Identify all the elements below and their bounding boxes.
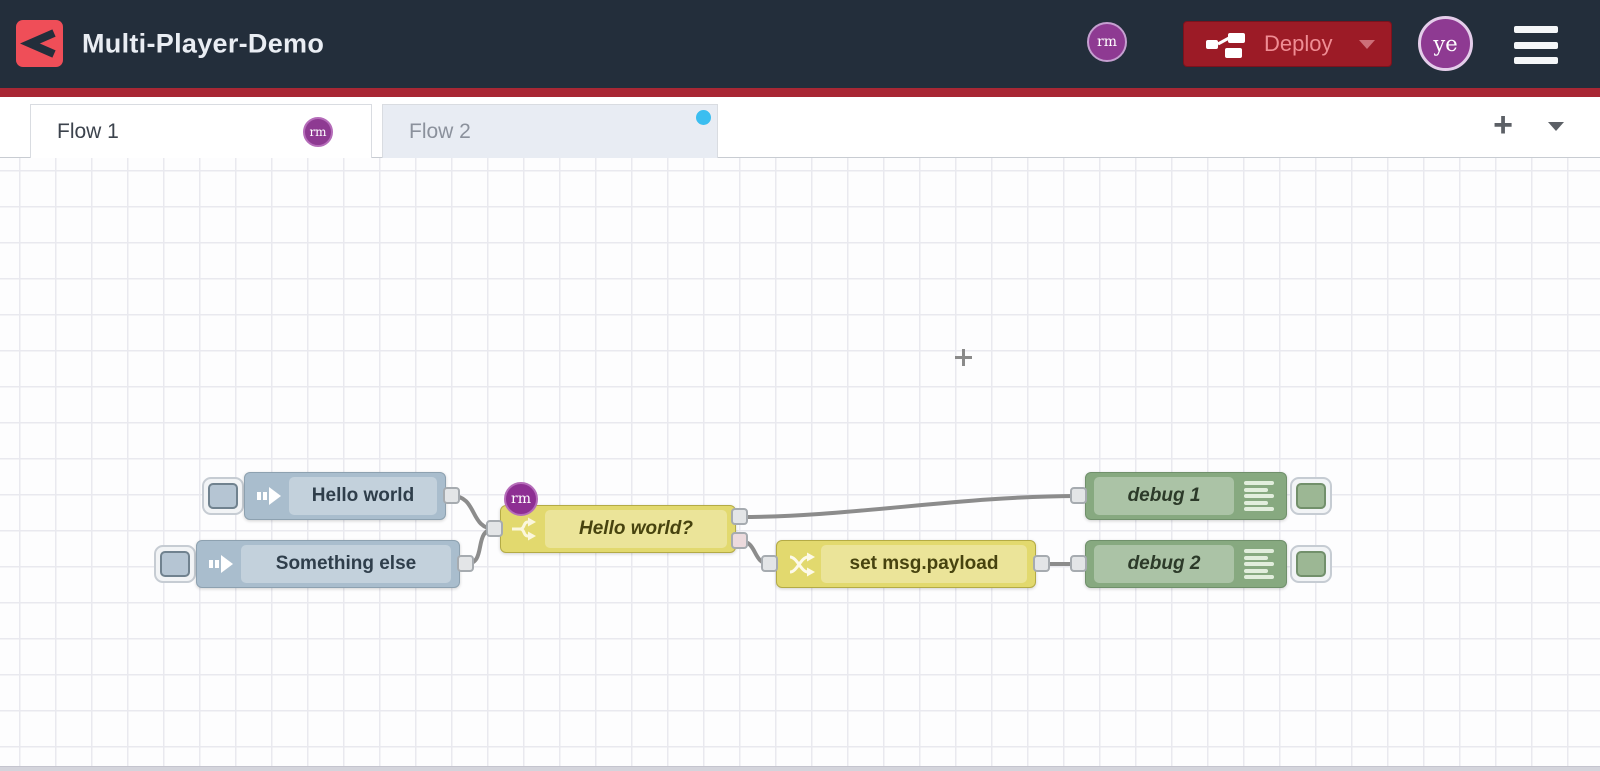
tab-label: Flow 1 — [57, 119, 119, 143]
node-inject-something-else[interactable]: Something else — [196, 540, 460, 588]
editing-user-badge: rm — [504, 482, 538, 516]
node-debug-2[interactable]: debug 2 — [1085, 540, 1287, 588]
input-port[interactable] — [1070, 487, 1087, 504]
deploy-options-caret-icon[interactable] — [1359, 39, 1375, 49]
node-label: Something else — [275, 553, 417, 574]
deploy-button-label: Deploy — [1264, 31, 1333, 56]
tab-flow-2[interactable]: Flow 2 — [382, 104, 718, 158]
input-port[interactable] — [486, 520, 503, 537]
header-accent-bar — [0, 88, 1600, 97]
node-label: debug 2 — [1127, 553, 1201, 574]
node-label: set msg.payload — [849, 553, 999, 574]
tab-user-badge: rm — [303, 117, 333, 147]
input-port[interactable] — [761, 555, 778, 572]
header: Multi-Player-Demo rm Deploy ye — [0, 0, 1600, 88]
output-port[interactable] — [443, 487, 460, 504]
flow-list-caret-icon[interactable] — [1548, 122, 1564, 131]
debug-list-icon — [1244, 481, 1278, 511]
app-logo-icon[interactable] — [16, 20, 63, 67]
node-inject-hello-world[interactable]: Hello world — [244, 472, 446, 520]
node-label: debug 1 — [1127, 485, 1201, 506]
output-port-2[interactable] — [731, 532, 748, 549]
add-flow-button[interactable]: + — [1486, 105, 1520, 147]
unsaved-changes-dot — [696, 110, 711, 125]
wires-layer — [450, 494, 1081, 566]
cursor-crosshair — [955, 349, 972, 366]
debug-toggle-button[interactable] — [1290, 545, 1332, 583]
output-port-1[interactable] — [731, 508, 748, 525]
tab-flow-1[interactable]: Flow 1 rm — [30, 104, 372, 158]
collaborator-avatar[interactable]: rm — [1087, 22, 1127, 62]
node-label: Hello world? — [579, 518, 693, 539]
inject-trigger-button[interactable] — [154, 545, 196, 583]
deploy-nodes-icon — [1206, 32, 1245, 58]
canvas-bottom-scroll-track[interactable] — [0, 766, 1600, 771]
inject-arrow-icon — [203, 541, 239, 587]
inject-arrow-icon — [251, 473, 287, 519]
main-menu-hamburger-icon[interactable] — [1514, 26, 1558, 64]
workspace-title: Multi-Player-Demo — [82, 28, 325, 59]
flow-tab-bar: Flow 1 rm Flow 2 + — [0, 97, 1600, 158]
wire[interactable] — [738, 494, 1081, 519]
flow-canvas[interactable]: Hello world Something else Hello world? … — [0, 158, 1600, 766]
debug-toggle-button[interactable] — [1290, 477, 1332, 515]
debug-list-icon — [1244, 549, 1278, 579]
output-port[interactable] — [457, 555, 474, 572]
inject-trigger-button[interactable] — [202, 477, 244, 515]
tab-label: Flow 2 — [409, 119, 471, 143]
change-shuffle-icon — [783, 541, 819, 587]
node-change-set-payload[interactable]: set msg.payload — [776, 540, 1036, 588]
input-port[interactable] — [1070, 555, 1087, 572]
output-port[interactable] — [1033, 555, 1050, 572]
deploy-button[interactable]: Deploy — [1183, 21, 1392, 67]
node-switch-hello-world[interactable]: Hello world? — [500, 505, 736, 553]
current-user-avatar[interactable]: ye — [1418, 16, 1473, 71]
node-debug-1[interactable]: debug 1 — [1085, 472, 1287, 520]
node-label: Hello world — [311, 485, 415, 506]
